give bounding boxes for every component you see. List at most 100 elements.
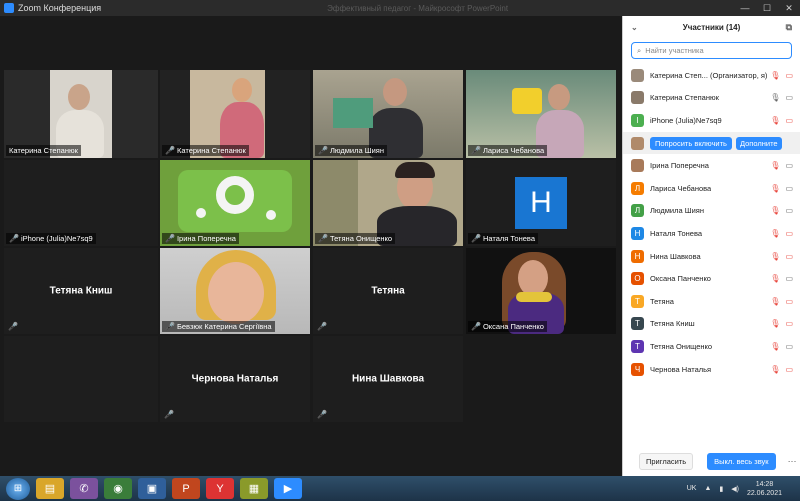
tray-arrow-icon[interactable]: ▲ — [704, 485, 711, 492]
video-icon[interactable]: ▭ — [785, 184, 793, 193]
video-off-icon[interactable]: ▭ — [785, 116, 793, 125]
video-tile[interactable]: Тетяна Книш 🎤 — [4, 248, 158, 334]
video-tile[interactable]: Катерина Степанюк — [4, 70, 158, 158]
tile-name: Людмила Шиян — [329, 146, 384, 155]
participant-row[interactable]: Н Наталя Тонева 🎙 ▭ — [623, 222, 800, 245]
avatar: Л — [631, 204, 644, 218]
mic-muted-icon[interactable]: 🎙 — [770, 252, 780, 261]
viber-icon[interactable]: ✆ — [70, 478, 98, 499]
video-tile[interactable]: Чернова Наталья 🎤 — [160, 336, 310, 422]
video-icon[interactable]: ▭ — [785, 206, 793, 215]
video-tile[interactable]: 🎤 Тетяна Онищенко — [313, 160, 463, 246]
participant-row[interactable]: Катерина Степанюк 🎙 ▭ — [623, 87, 800, 110]
video-tile[interactable]: Нина Шавкова 🎤 — [313, 336, 463, 422]
clock[interactable]: 14:28 22.06.2021 — [747, 480, 782, 498]
popout-icon[interactable]: ⧉ — [786, 22, 792, 33]
avatar: Н — [631, 249, 644, 263]
video-icon[interactable]: ▭ — [785, 342, 793, 351]
video-icon[interactable]: ▭ — [785, 161, 793, 170]
tile-name: Лариса Чебанова — [482, 146, 545, 155]
video-off-icon[interactable]: ▭ — [785, 71, 793, 80]
mic-muted-icon[interactable]: 🎙 — [770, 229, 780, 238]
video-off-icon[interactable]: ▭ — [785, 252, 793, 261]
avatar — [631, 68, 644, 82]
participant-name: Тетяна — [650, 296, 674, 306]
participant-search-input[interactable]: ⌕ Найти участника — [631, 42, 792, 59]
participant-row[interactable]: Л Людмила Шиян 🎙 ▭ — [623, 200, 800, 223]
video-tile[interactable]: 🎤 Катерина Степанюк — [160, 70, 310, 158]
video-off-icon[interactable]: ▭ — [785, 319, 793, 328]
invite-button[interactable]: Пригласить — [639, 452, 694, 470]
video-tile[interactable]: 🎤 Людмила Шиян — [313, 70, 463, 158]
tile-display-name: Тетяна Книш — [49, 285, 113, 297]
zoom-icon[interactable]: ▶ — [274, 478, 302, 499]
video-tile[interactable]: 🎤 Ірина Поперечна — [160, 160, 310, 246]
video-tile[interactable]: 🎤 iPhone (Julia)Ne7sq9 — [4, 160, 158, 246]
tile-name: Ірина Поперечна — [176, 234, 236, 243]
mic-muted-icon[interactable]: 🎙 — [770, 71, 780, 80]
maximize-icon[interactable]: ☐ — [756, 3, 778, 14]
participant-row[interactable]: Т Тетяна Онищенко 🎙 ▭ — [623, 335, 800, 358]
archive-icon[interactable]: ▦ — [240, 478, 268, 499]
video-tile[interactable]: Тетяна 🎤 — [313, 248, 463, 334]
chrome-icon[interactable]: ◉ — [104, 478, 132, 499]
video-tile[interactable]: 🎤 Оксана Панченко — [466, 248, 616, 334]
mic-muted-icon: 🎤 — [471, 146, 481, 155]
mic-muted-icon[interactable]: 🎙 — [770, 206, 780, 215]
video-tile[interactable]: 🎤 Лариса Чебанова — [466, 70, 616, 158]
mic-muted-icon[interactable]: 🎙 — [770, 161, 780, 170]
participant-row[interactable]: Ч Чернова Наталья 🎙 ▭ — [623, 358, 800, 381]
mic-muted-icon: 🎤 — [317, 322, 327, 331]
mic-icon[interactable]: 🎙 — [770, 93, 780, 102]
participant-row[interactable]: Т Тетяна Книш 🎙 ▭ — [623, 313, 800, 336]
mic-muted-icon[interactable]: 🎙 — [770, 319, 780, 328]
file-explorer-icon[interactable]: ▤ — [36, 478, 64, 499]
participant-row[interactable]: Н Нина Шавкова 🎙 ▭ — [623, 245, 800, 268]
participant-row[interactable]: Ірина Поперечна 🎙 ▭ — [623, 154, 800, 177]
tile-name: Бевзюк Катерина Сергіївна — [176, 322, 272, 331]
video-tile[interactable] — [4, 336, 158, 422]
participant-row[interactable]: Л Лариса Чебанова 🎙 ▭ — [623, 177, 800, 200]
mic-muted-icon[interactable]: 🎙 — [770, 297, 780, 306]
video-off-icon[interactable]: ▭ — [785, 365, 793, 374]
avatar: Н — [631, 226, 644, 240]
mic-muted-icon[interactable]: 🎙 — [770, 274, 780, 283]
yandex-browser-icon[interactable]: Y — [206, 478, 234, 499]
avatar: Ч — [631, 362, 644, 376]
mic-muted-icon[interactable]: 🎙 — [770, 184, 780, 193]
more-options-icon[interactable]: ··· — [788, 456, 797, 466]
participants-footer: Пригласить Выкл. весь звук ··· — [623, 452, 800, 470]
video-icon[interactable]: ▭ — [785, 274, 793, 283]
network-icon[interactable]: ▮ — [719, 485, 723, 493]
volume-icon[interactable]: ◀) — [731, 485, 739, 493]
save-icon[interactable]: ▣ — [138, 478, 166, 499]
mic-muted-icon[interactable]: 🎙 — [770, 365, 780, 374]
keyboard-language[interactable]: UK — [687, 485, 697, 492]
participant-row[interactable]: I iPhone (Julia)Ne7sq9 🎙 ▭ — [623, 109, 800, 132]
ask-to-unmute-button[interactable]: Попросить включить — [650, 136, 732, 150]
participant-row[interactable]: О Оксана Панченко 🎙 ▭ — [623, 267, 800, 290]
video-off-icon[interactable]: ▭ — [785, 297, 793, 306]
video-tile[interactable]: Н 🎤 Наталя Тонева — [466, 160, 616, 246]
mic-muted-icon: 🎤 — [318, 146, 328, 155]
video-tile[interactable]: 🎤 Бевзюк Катерина Сергіївна — [160, 248, 310, 334]
start-button[interactable]: ⊞ — [6, 477, 30, 500]
participant-name: Оксана Панченко — [650, 274, 711, 284]
participant-row[interactable]: Катерина Степ... (Организатор, я) 🎙 ▭ — [623, 64, 800, 87]
participant-row[interactable]: Попросить включить Дополните — [623, 131, 800, 155]
video-icon[interactable]: ▭ — [785, 93, 793, 102]
minimize-icon[interactable]: — — [734, 3, 756, 14]
mic-muted-icon[interactable]: 🎙 — [770, 342, 780, 351]
avatar: Т — [631, 339, 644, 353]
participant-row[interactable]: Т Тетяна 🎙 ▭ — [623, 290, 800, 313]
participant-name: Нина Шавкова — [650, 251, 701, 261]
participant-name: Чернова Наталья — [650, 364, 712, 374]
close-icon[interactable]: ✕ — [778, 3, 800, 14]
mic-muted-icon[interactable]: 🎙 — [770, 116, 780, 125]
more-options-button[interactable]: Дополните — [735, 136, 782, 150]
powerpoint-icon[interactable]: P — [172, 478, 200, 499]
video-off-icon[interactable]: ▭ — [785, 229, 793, 238]
participants-header: ⌄ Участники (14) ⧉ — [623, 16, 800, 38]
windows-taskbar: ⊞ ▤ ✆ ◉ ▣ P Y ▦ ▶ UK ▲ ▮ ◀) 14:28 22.06.… — [0, 476, 800, 501]
mute-all-button[interactable]: Выкл. весь звук — [707, 452, 776, 470]
